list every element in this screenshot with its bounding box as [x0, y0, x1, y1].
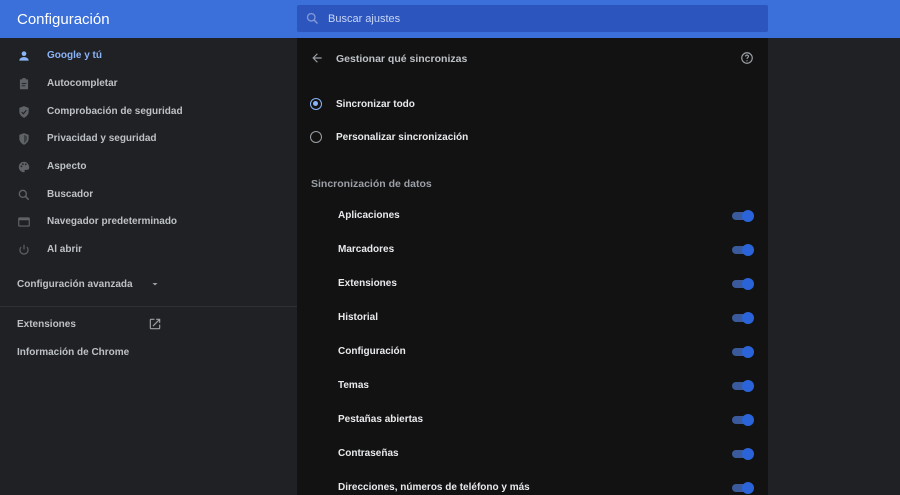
browser-icon [18, 217, 30, 227]
sync-toggle[interactable] [732, 243, 754, 256]
sync-toggle[interactable] [732, 311, 754, 324]
power-icon [19, 244, 29, 255]
sync-item-extensions: Extensiones [297, 274, 768, 294]
sync-item-open-tabs: Pestañas abiertas [297, 410, 768, 430]
sidebar-item-label: Google y tú [47, 50, 102, 61]
divider [0, 306, 297, 307]
page-title: Gestionar qué sincronizas [336, 53, 468, 65]
about-chrome-link[interactable]: Información de Chrome [17, 347, 129, 358]
sync-settings-panel: Gestionar qué sincronizas Sincronizar to… [297, 38, 768, 495]
sync-item-label: Marcadores [338, 244, 395, 255]
section-title: Sincronización de datos [311, 178, 432, 190]
palette-icon [18, 161, 30, 173]
sync-item-label: Direcciones, números de teléfono y más [338, 482, 530, 493]
radio-button[interactable] [310, 131, 322, 143]
extensions-label: Extensiones [17, 319, 76, 330]
sidebar-item-google[interactable]: Google y tú [0, 44, 297, 70]
sidebar-item-search-engine[interactable]: Buscador [0, 183, 297, 209]
sync-item-label: Configuración [338, 346, 406, 357]
radio-label: Sincronizar todo [336, 99, 415, 110]
open-in-new-icon [149, 318, 161, 330]
sync-item-label: Temas [338, 380, 369, 391]
sidebar-item-label: Aspecto [47, 161, 87, 172]
sidebar: Google y tú Autocompletar Comprobación d… [0, 38, 297, 495]
radio-button[interactable] [310, 98, 322, 110]
sync-toggle[interactable] [732, 379, 754, 392]
sync-item-label: Pestañas abiertas [338, 414, 424, 425]
sync-toggle[interactable] [732, 481, 754, 494]
shield-icon [19, 133, 29, 145]
back-arrow-icon[interactable] [310, 51, 324, 65]
sync-item-label: Contraseñas [338, 448, 399, 459]
advanced-settings-toggle[interactable]: Configuración avanzada [17, 279, 177, 290]
search-input[interactable] [328, 5, 758, 32]
person-icon [19, 51, 29, 61]
advanced-settings-label: Configuración avanzada [17, 279, 133, 290]
radio-label: Personalizar sincronización [336, 132, 469, 143]
help-icon[interactable] [740, 51, 754, 65]
sync-toggle[interactable] [732, 345, 754, 358]
clipboard-icon [19, 78, 29, 90]
sidebar-item-label: Navegador predeterminado [47, 216, 178, 227]
sync-item-themes: Temas [297, 376, 768, 396]
sync-item-label: Historial [338, 312, 379, 323]
extensions-link[interactable]: Extensiones [17, 318, 167, 330]
sidebar-item-default-browser[interactable]: Navegador predeterminado [0, 210, 297, 236]
sync-item-addresses: Direcciones, números de teléfono y más [297, 478, 768, 495]
sync-toggle[interactable] [732, 413, 754, 426]
search-icon [18, 189, 30, 201]
sidebar-item-autofill[interactable]: Autocompletar [0, 72, 297, 98]
sidebar-item-label: Al abrir [47, 244, 83, 255]
radio-customize-sync[interactable]: Personalizar sincronización [309, 128, 749, 148]
sidebar-item-on-startup[interactable]: Al abrir [0, 238, 297, 264]
sync-item-label: Extensiones [338, 278, 397, 289]
sidebar-item-appearance[interactable]: Aspecto [0, 155, 297, 181]
top-bar: Configuración [0, 0, 900, 38]
sidebar-item-safety-check[interactable]: Comprobación de seguridad [0, 100, 297, 126]
sidebar-item-privacy[interactable]: Privacidad y seguridad [0, 127, 297, 153]
sync-toggle[interactable] [732, 277, 754, 290]
sync-item-apps: Aplicaciones [297, 206, 768, 226]
sidebar-item-label: Comprobación de seguridad [47, 106, 183, 117]
sidebar-item-label: Autocompletar [47, 78, 118, 89]
sync-item-bookmarks: Marcadores [297, 240, 768, 260]
sync-item-label: Aplicaciones [338, 210, 400, 221]
sync-item-settings: Configuración [297, 342, 768, 362]
shield-check-icon [19, 106, 29, 118]
sidebar-item-label: Privacidad y seguridad [47, 133, 157, 144]
radio-sync-all[interactable]: Sincronizar todo [309, 95, 749, 115]
sync-item-history: Historial [297, 308, 768, 328]
sync-toggle[interactable] [732, 209, 754, 222]
search-icon [306, 12, 319, 25]
app-title: Configuración [17, 11, 110, 28]
sync-toggle[interactable] [732, 447, 754, 460]
chevron-down-icon [152, 283, 158, 286]
sidebar-item-label: Buscador [47, 189, 94, 200]
search-box[interactable] [297, 5, 768, 32]
sync-item-passwords: Contraseñas [297, 444, 768, 464]
